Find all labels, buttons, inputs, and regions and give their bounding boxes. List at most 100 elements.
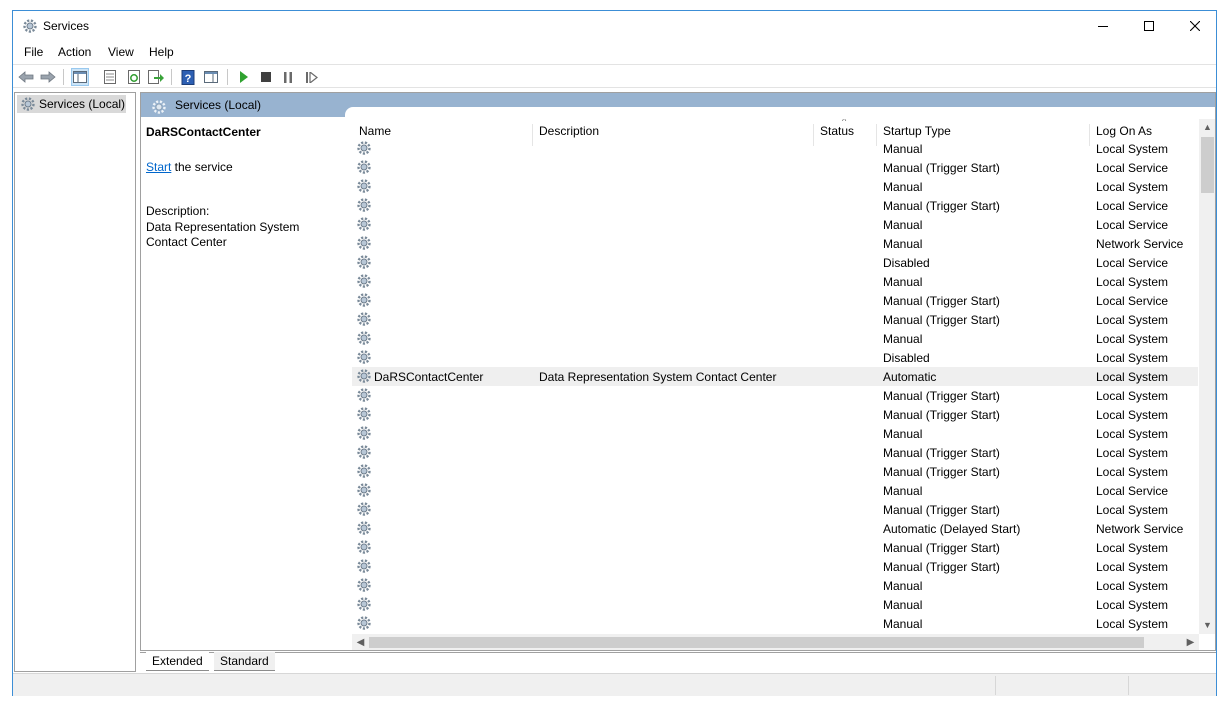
menu-view[interactable]: View bbox=[108, 45, 134, 59]
panel-header-title: Services (Local) bbox=[175, 98, 262, 112]
menu-help[interactable]: Help bbox=[149, 45, 174, 59]
stop-service-button[interactable] bbox=[257, 68, 275, 86]
service-startup-type: Manual bbox=[883, 180, 923, 194]
service-row[interactable]: DaRSContactCenter Data Representation Sys… bbox=[352, 367, 1198, 386]
vertical-scrollbar[interactable]: ▲ ▼ bbox=[1199, 119, 1215, 634]
service-gear-icon bbox=[357, 540, 371, 554]
refresh-button[interactable] bbox=[125, 68, 143, 86]
export-list-button[interactable] bbox=[147, 68, 165, 86]
service-startup-type: Manual bbox=[883, 617, 923, 631]
service-row[interactable]: Manual (Trigger Start) Local System bbox=[352, 443, 1198, 462]
service-row[interactable]: Manual (Trigger Start) Local System bbox=[352, 500, 1198, 519]
horizontal-scrollbar[interactable]: ◀ ▶ bbox=[352, 634, 1199, 650]
service-log-on-as: Local System bbox=[1096, 180, 1169, 194]
menu-file[interactable]: File bbox=[24, 45, 43, 59]
service-row[interactable]: Manual (Trigger Start) Local Service bbox=[352, 196, 1198, 215]
scroll-down-icon[interactable]: ▼ bbox=[1199, 617, 1215, 634]
service-row[interactable]: Manual Local Service bbox=[352, 215, 1198, 234]
service-gear-icon bbox=[357, 198, 371, 212]
back-button[interactable] bbox=[17, 68, 35, 86]
help-button[interactable]: ? bbox=[179, 68, 197, 86]
column-header-log-on-as[interactable]: Log On As bbox=[1096, 124, 1152, 138]
service-startup-type: Manual bbox=[883, 275, 923, 289]
help-icon: ? bbox=[181, 69, 195, 85]
show-hide-console-tree-button[interactable] bbox=[71, 68, 89, 86]
service-log-on-as: Network Service bbox=[1096, 522, 1184, 536]
service-log-on-as: Local System bbox=[1096, 142, 1169, 156]
start-service-link[interactable]: Start bbox=[146, 160, 171, 174]
service-row[interactable]: Manual Local System bbox=[352, 424, 1198, 443]
service-gear-icon bbox=[357, 293, 371, 307]
service-row[interactable]: Manual (Trigger Start) Local System bbox=[352, 310, 1198, 329]
show-action-pane-button[interactable] bbox=[202, 68, 220, 86]
back-arrow-icon bbox=[18, 71, 34, 83]
service-startup-type: Manual (Trigger Start) bbox=[883, 389, 1000, 403]
service-row[interactable]: Manual Local System bbox=[352, 595, 1198, 614]
service-log-on-as: Local System bbox=[1096, 541, 1169, 555]
window-title: Services bbox=[43, 19, 90, 33]
properties-button[interactable] bbox=[101, 68, 119, 86]
service-gear-icon bbox=[357, 141, 371, 155]
service-startup-type: Manual (Trigger Start) bbox=[883, 294, 1000, 308]
service-row[interactable]: Manual (Trigger Start) Local Service bbox=[352, 158, 1198, 177]
service-row[interactable]: Manual (Trigger Start) Local System bbox=[352, 557, 1198, 576]
service-row[interactable]: Manual Local System bbox=[352, 177, 1198, 196]
service-row[interactable]: Manual Local System bbox=[352, 139, 1198, 158]
service-log-on-as: Local Service bbox=[1096, 218, 1169, 232]
service-row[interactable]: Manual Local System bbox=[352, 614, 1198, 633]
tree-item-services-local[interactable]: Services (Local) bbox=[17, 95, 126, 113]
service-row[interactable]: Manual (Trigger Start) Local System bbox=[352, 386, 1198, 405]
service-row[interactable]: Manual Local System bbox=[352, 576, 1198, 595]
service-gear-icon bbox=[357, 559, 371, 573]
scroll-left-icon[interactable]: ◀ bbox=[352, 634, 369, 650]
tab-extended[interactable]: Extended bbox=[146, 652, 209, 671]
service-row[interactable]: Manual Network Service bbox=[352, 234, 1198, 253]
tab-standard[interactable]: Standard bbox=[214, 652, 275, 671]
tree-item-label: Services (Local) bbox=[39, 97, 126, 111]
service-row[interactable]: Manual (Trigger Start) Local System bbox=[352, 405, 1198, 424]
column-header-description[interactable]: Description bbox=[539, 124, 599, 138]
service-row[interactable]: Automatic (Delayed Start) Network Service bbox=[352, 519, 1198, 538]
forward-button[interactable] bbox=[39, 68, 57, 86]
toolbar-separator bbox=[171, 69, 172, 85]
column-header-startup-type[interactable]: Startup Type bbox=[883, 124, 951, 138]
service-log-on-as: Local System bbox=[1096, 389, 1169, 403]
horizontal-scroll-thumb[interactable] bbox=[369, 637, 1144, 648]
service-row[interactable]: Manual (Trigger Start) Local System bbox=[352, 538, 1198, 557]
menu-action[interactable]: Action bbox=[58, 45, 91, 59]
service-row[interactable]: Manual (Trigger Start) Local System bbox=[352, 462, 1198, 481]
service-startup-type: Manual bbox=[883, 332, 923, 346]
scroll-right-icon[interactable]: ▶ bbox=[1182, 634, 1199, 650]
service-startup-type: Automatic bbox=[883, 370, 937, 384]
service-startup-type: Manual bbox=[883, 484, 923, 498]
restart-service-button[interactable] bbox=[303, 68, 321, 86]
vertical-scroll-thumb[interactable] bbox=[1201, 137, 1214, 193]
service-log-on-as: Local System bbox=[1096, 351, 1169, 365]
service-log-on-as: Local Service bbox=[1096, 294, 1169, 308]
minimize-button[interactable] bbox=[1080, 11, 1126, 41]
restart-icon bbox=[306, 71, 318, 83]
maximize-button[interactable] bbox=[1126, 11, 1172, 41]
column-header-name[interactable]: Name bbox=[359, 124, 391, 138]
service-row[interactable]: Disabled Local Service bbox=[352, 253, 1198, 272]
service-startup-type: Manual bbox=[883, 598, 923, 612]
service-row[interactable]: Manual Local System bbox=[352, 329, 1198, 348]
service-row[interactable]: Manual Local Service bbox=[352, 481, 1198, 500]
service-row[interactable]: Disabled Local System bbox=[352, 348, 1198, 367]
service-gear-icon bbox=[357, 597, 371, 611]
menu-bar: File Action View Help bbox=[13, 42, 1216, 62]
close-icon bbox=[1190, 21, 1200, 31]
service-gear-icon bbox=[357, 483, 371, 497]
description-label: Description: bbox=[146, 204, 210, 218]
title-bar[interactable]: Services bbox=[13, 11, 1216, 42]
services-panel: Services (Local) DaRSContactCenter Start… bbox=[140, 92, 1216, 651]
start-service-button[interactable] bbox=[235, 68, 253, 86]
column-header-status[interactable]: Status bbox=[820, 124, 854, 138]
pause-service-button[interactable] bbox=[279, 68, 297, 86]
service-row[interactable]: Manual (Trigger Start) Local Service bbox=[352, 291, 1198, 310]
service-row[interactable]: Manual Local System bbox=[352, 272, 1198, 291]
scroll-up-icon[interactable]: ▲ bbox=[1199, 119, 1215, 136]
close-button[interactable] bbox=[1172, 11, 1218, 41]
service-action: Start the service bbox=[146, 160, 346, 174]
service-log-on-as: Local Service bbox=[1096, 161, 1169, 175]
